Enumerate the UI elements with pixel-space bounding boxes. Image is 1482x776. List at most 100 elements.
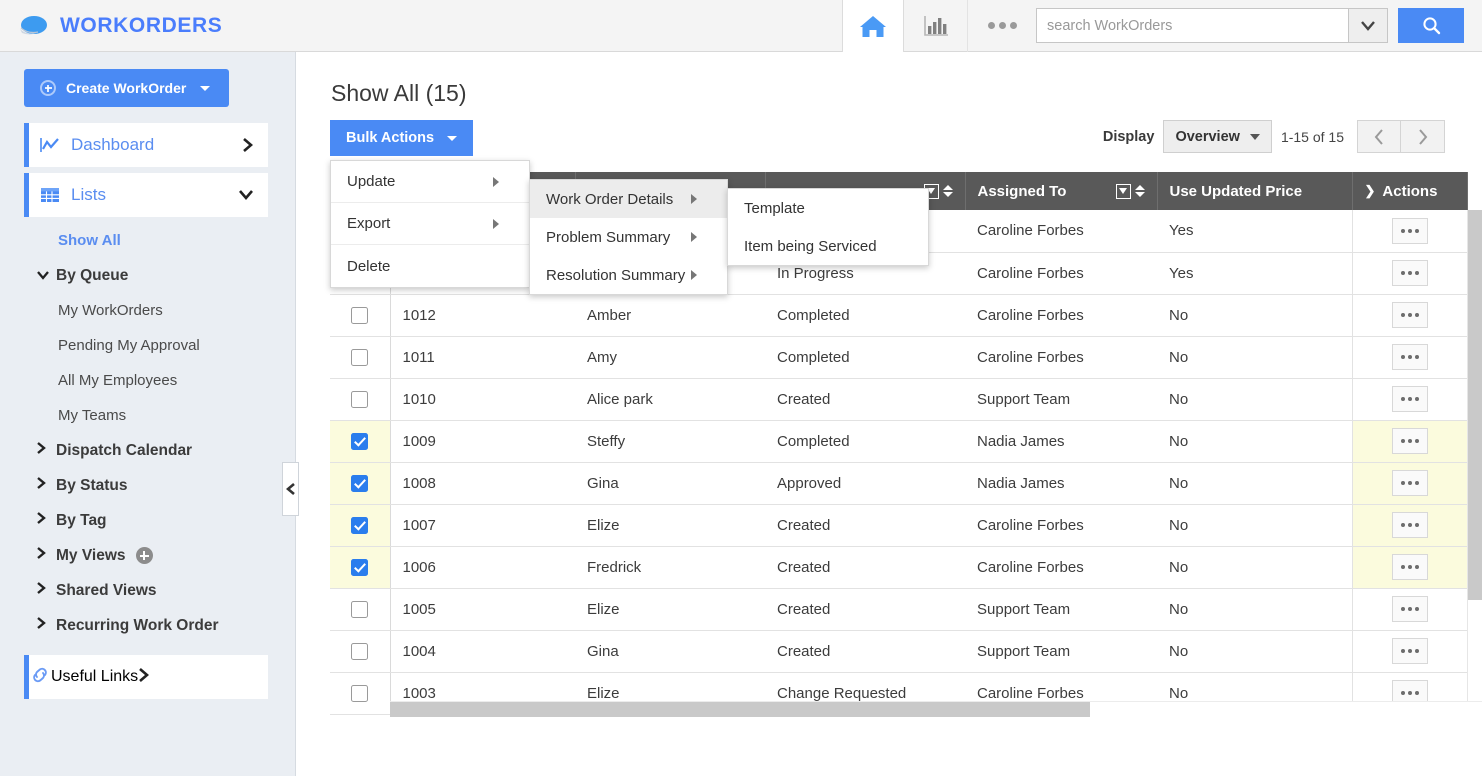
ellipsis-icon[interactable] <box>968 0 1036 52</box>
cell-id: 1008 <box>390 462 575 504</box>
brand[interactable]: WORKORDERS <box>0 13 222 39</box>
sidebar-item-all-my-employees[interactable]: All My Employees <box>0 363 295 398</box>
table-row[interactable]: 1004GinaCreatedSupport TeamNo <box>330 630 1467 672</box>
menu-item-work-order-details[interactable]: Work Order Details <box>530 180 727 218</box>
menu-item-template[interactable]: Template <box>728 189 928 227</box>
sort-icon[interactable] <box>943 185 953 197</box>
cell-actions[interactable] <box>1352 546 1467 588</box>
column-header-actions[interactable]: ❯ Actions <box>1352 172 1467 210</box>
row-actions-ellipsis-icon[interactable] <box>1392 596 1428 622</box>
sidebar-item-by-queue[interactable]: By Queue <box>0 258 295 293</box>
sidebar-item-shared-views[interactable]: Shared Views <box>0 573 295 608</box>
row-actions-ellipsis-icon[interactable] <box>1392 302 1428 328</box>
row-actions-ellipsis-icon[interactable] <box>1392 512 1428 538</box>
horizontal-scroll-thumb[interactable] <box>390 702 1090 717</box>
sidebar-collapse-chevron-left-icon[interactable] <box>282 462 299 516</box>
cell-actions[interactable] <box>1352 588 1467 630</box>
row-select-cell[interactable] <box>330 504 390 546</box>
menu-item-problem-summary[interactable]: Problem Summary <box>530 218 727 256</box>
row-actions-ellipsis-icon[interactable] <box>1392 218 1428 244</box>
menu-item-export[interactable]: Export <box>331 203 529 245</box>
sidebar-item-dashboard[interactable]: Dashboard <box>24 123 268 167</box>
sidebar-item-by-tag[interactable]: By Tag <box>0 503 295 538</box>
sidebar-item-recurring-work-order[interactable]: Recurring Work Order <box>0 608 295 643</box>
cell-actions[interactable] <box>1352 336 1467 378</box>
cell-actions[interactable] <box>1352 378 1467 420</box>
table-vertical-scrollbar[interactable] <box>1467 210 1482 717</box>
row-select-cell[interactable] <box>330 546 390 588</box>
vertical-scroll-thumb[interactable] <box>1468 210 1482 600</box>
sidebar-item-my-views[interactable]: My Views <box>0 538 295 573</box>
sidebar-item-pending-my-approval[interactable]: Pending My Approval <box>0 328 295 363</box>
cell-actions[interactable] <box>1352 252 1467 294</box>
row-actions-ellipsis-icon[interactable] <box>1392 260 1428 286</box>
row-select-cell[interactable] <box>330 420 390 462</box>
sidebar-item-lists[interactable]: Lists <box>24 173 268 217</box>
row-actions-ellipsis-icon[interactable] <box>1392 638 1428 664</box>
row-select-cell[interactable] <box>330 378 390 420</box>
menu-item-delete[interactable]: Delete <box>331 245 529 287</box>
row-checkbox[interactable] <box>351 559 368 576</box>
cell-actions[interactable] <box>1352 630 1467 672</box>
row-select-cell[interactable] <box>330 294 390 336</box>
filter-icon[interactable] <box>1116 184 1131 199</box>
search-button[interactable] <box>1398 8 1464 43</box>
display-mode-select[interactable]: Overview <box>1163 120 1272 153</box>
next-page-button[interactable] <box>1401 120 1445 153</box>
table-row[interactable]: 1012AmberCompletedCaroline ForbesNo <box>330 294 1467 336</box>
sidebar-item-by-status[interactable]: By Status <box>0 468 295 503</box>
sidebar-item-dispatch-calendar[interactable]: Dispatch Calendar <box>0 433 295 468</box>
cell-actions[interactable] <box>1352 420 1467 462</box>
home-icon[interactable] <box>842 0 904 52</box>
bulk-actions-button[interactable]: Bulk Actions <box>330 120 473 156</box>
row-actions-ellipsis-icon[interactable] <box>1392 428 1428 454</box>
sidebar-item-show-all[interactable]: Show All <box>0 223 295 258</box>
row-checkbox[interactable] <box>351 433 368 450</box>
cell-actions[interactable] <box>1352 462 1467 504</box>
table-row[interactable]: 1009SteffyCompletedNadia JamesNo <box>330 420 1467 462</box>
table-row[interactable]: 1006FredrickCreatedCaroline ForbesNo <box>330 546 1467 588</box>
prev-page-button[interactable] <box>1357 120 1401 153</box>
table-row[interactable]: 1011AmyCompletedCaroline ForbesNo <box>330 336 1467 378</box>
table-row[interactable]: 1007ElizeCreatedCaroline ForbesNo <box>330 504 1467 546</box>
bar-chart-icon[interactable] <box>904 0 968 52</box>
row-select-cell[interactable] <box>330 672 390 714</box>
cell-actions[interactable] <box>1352 210 1467 252</box>
row-select-cell[interactable] <box>330 630 390 672</box>
sidebar-item-useful-links[interactable]: Useful Links <box>24 655 268 699</box>
create-workorder-button[interactable]: Create WorkOrder <box>24 69 229 107</box>
sidebar-item-label: Lists <box>71 185 106 205</box>
search-scope-chevron-down-icon[interactable] <box>1348 8 1388 43</box>
menu-item-resolution-summary[interactable]: Resolution Summary <box>530 256 727 294</box>
row-select-cell[interactable] <box>330 588 390 630</box>
menu-item-item-being-serviced[interactable]: Item being Serviced <box>728 227 928 265</box>
row-actions-ellipsis-icon[interactable] <box>1392 554 1428 580</box>
table-horizontal-scrollbar[interactable] <box>390 701 1482 717</box>
row-checkbox[interactable] <box>351 643 368 660</box>
row-select-cell[interactable] <box>330 336 390 378</box>
row-checkbox[interactable] <box>351 349 368 366</box>
table-row[interactable]: 1008GinaApprovedNadia JamesNo <box>330 462 1467 504</box>
row-checkbox[interactable] <box>351 517 368 534</box>
cell-actions[interactable] <box>1352 294 1467 336</box>
table-row[interactable]: 1010Alice parkCreatedSupport TeamNo <box>330 378 1467 420</box>
row-checkbox[interactable] <box>351 391 368 408</box>
table-row[interactable]: 1005ElizeCreatedSupport TeamNo <box>330 588 1467 630</box>
row-checkbox[interactable] <box>351 475 368 492</box>
row-select-cell[interactable] <box>330 462 390 504</box>
add-view-plus-circle-icon[interactable] <box>136 547 153 564</box>
sidebar-item-my-workorders[interactable]: My WorkOrders <box>0 293 295 328</box>
search-input[interactable] <box>1036 8 1348 43</box>
column-header-use-updated-price[interactable]: Use Updated Price <box>1157 172 1352 210</box>
sidebar-item-my-teams[interactable]: My Teams <box>0 398 295 433</box>
row-actions-ellipsis-icon[interactable] <box>1392 470 1428 496</box>
row-checkbox[interactable] <box>351 685 368 702</box>
row-actions-ellipsis-icon[interactable] <box>1392 386 1428 412</box>
cell-actions[interactable] <box>1352 504 1467 546</box>
row-checkbox[interactable] <box>351 601 368 618</box>
column-header-assigned-to[interactable]: Assigned To <box>965 172 1157 210</box>
menu-item-update[interactable]: Update <box>331 161 529 203</box>
row-actions-ellipsis-icon[interactable] <box>1392 344 1428 370</box>
row-checkbox[interactable] <box>351 307 368 324</box>
sort-icon[interactable] <box>1135 185 1145 197</box>
